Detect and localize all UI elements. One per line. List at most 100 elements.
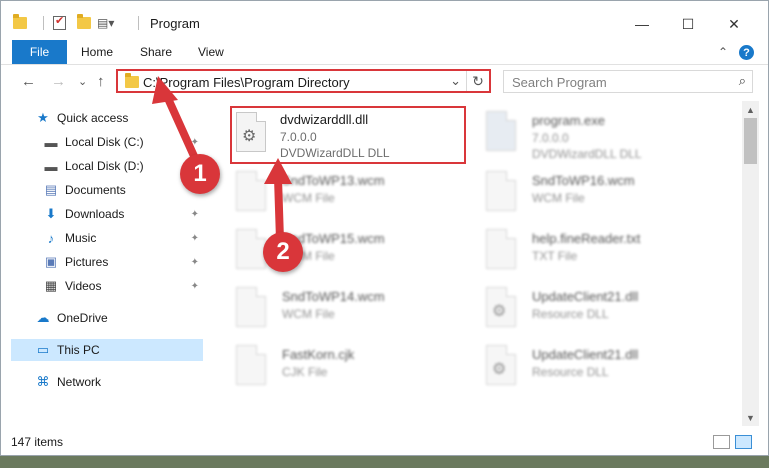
dll-file-icon: ⚙ [486,345,520,389]
file-tile[interactable]: FastKorn.cjk CJK File [232,341,472,395]
sidebar-item-network[interactable]: ⌘ Network [35,371,207,393]
file-description: DVDWizardDLL DLL [280,146,390,160]
file-tile[interactable]: SndToWP13.wcm WCM File [232,167,472,221]
recent-locations-chevron-icon[interactable]: ⌄ [78,75,87,88]
maximize-button[interactable]: ☐ [665,9,711,39]
sidebar-item-label: Downloads [65,207,125,221]
divider [43,13,44,33]
videos-icon: ▦ [44,278,58,293]
file-tile[interactable]: SndToWP14.wcm WCM File [232,283,472,337]
forward-arrow-icon[interactable]: → [51,73,66,90]
sidebar-item-local-disk-c[interactable]: ▬ Local Disk (C:) ✦ [43,131,207,153]
pin-icon: ✦ [190,280,199,292]
scroll-up-icon[interactable]: ▲ [742,101,759,118]
sidebar-item-videos[interactable]: ▦ Videos ✦ [43,275,207,297]
pin-icon: ✦ [190,208,199,220]
vertical-scrollbar[interactable]: ▲ ▼ [742,101,759,426]
details-view-icon[interactable] [713,435,730,449]
refresh-icon[interactable]: ↻ [466,71,489,91]
dll-file-icon: ⚙ [486,287,520,331]
up-arrow-icon[interactable]: ↑ [97,73,105,90]
folder-icon[interactable] [13,13,27,33]
sidebar-item-downloads[interactable]: ⬇ Downloads ✦ [43,203,207,225]
minimize-button[interactable]: — [619,9,665,39]
tab-home[interactable]: Home [81,45,113,59]
back-arrow-icon[interactable]: ← [21,73,36,90]
sidebar-item-label: Pictures [65,255,109,269]
tab-file[interactable]: File [12,40,67,64]
cloud-icon: ☁ [36,310,50,325]
file-icon [236,287,270,331]
step-badge-2: 2 [263,232,303,272]
file-version: 7.0.0.0 [280,130,317,144]
sidebar-item-label: Music [65,231,97,245]
pin-icon: ✦ [190,136,199,148]
file-name: UpdateClient21.dll [532,347,639,362]
sidebar-item-label: Local Disk (D:) [65,159,144,173]
file-tile[interactable]: help.fineReader.txt TXT File [482,225,722,279]
file-type: WCM File [282,191,335,205]
search-icon[interactable]: ⌕ [739,73,746,89]
tab-view[interactable]: View [198,45,224,59]
star-icon: ★ [37,110,49,125]
scroll-down-icon[interactable]: ▼ [742,409,759,426]
close-button[interactable]: ✕ [711,9,757,39]
file-tile[interactable]: SndToWP16.wcm WCM File [482,167,722,221]
file-tile[interactable]: ⚙ UpdateClient21.dll Resource DLL [482,283,722,337]
file-type: TXT File [532,249,578,263]
computer-icon: ▭ [36,342,50,357]
sidebar-item-label: OneDrive [57,311,108,325]
sidebar-item-onedrive[interactable]: ☁ OneDrive [35,307,207,329]
file-version: 7.0.0.0 [532,131,569,145]
file-name: help.fineReader.txt [532,231,641,246]
new-folder-icon[interactable] [77,13,91,33]
file-tile-dvdwizarddll[interactable]: ⚙ dvdwizarddll.dll 7.0.0.0 DVDWizardDLL … [230,106,466,164]
sidebar-item-pictures[interactable]: ▣ Pictures ✦ [43,251,207,273]
documents-icon: ▤ [44,182,58,197]
pin-icon: ✦ [190,256,199,268]
file-tile[interactable]: program.exe 7.0.0.0 DVDWizardDLL DLL [482,107,722,161]
drive-icon: ▬ [44,158,58,174]
sidebar-item-music[interactable]: ♪ Music ✦ [43,227,207,249]
step-badge-1: 1 [180,154,220,194]
collapse-ribbon-icon[interactable]: ⌃ [718,45,728,59]
navigation-pane: ★ Quick access ▬ Local Disk (C:) ✦ ▬ Loc… [1,101,207,426]
music-icon: ♪ [47,230,55,246]
file-description: DVDWizardDLL DLL [532,147,642,161]
file-type: WCM File [532,191,585,205]
file-name: dvdwizarddll.dll [280,112,369,127]
large-icons-view-icon[interactable] [735,435,752,449]
file-explorer-window: ▤▾ Program — ☐ ✕ File Home Share View ⌃ … [0,0,769,456]
sidebar-item-label: Documents [65,183,126,197]
pictures-icon: ▣ [44,254,58,269]
window-title: Program [150,16,200,31]
status-bar: 147 items [1,429,768,455]
ribbon-tabs: File Home Share View [1,39,768,65]
file-type: CJK File [282,365,328,379]
scroll-thumb[interactable] [744,118,757,164]
chevron-down-icon[interactable]: ⌄ [450,73,461,89]
tab-share[interactable]: Share [140,45,172,59]
file-name: FastKorn.cjk [282,347,355,362]
customize-toolbar-icon[interactable]: ▤▾ [97,13,114,33]
pin-icon: ✦ [190,232,199,244]
exe-file-icon [486,111,520,155]
sidebar-item-this-pc[interactable]: ▭ This PC [11,339,203,361]
file-type: WCM File [282,307,335,321]
help-icon[interactable]: ? [739,45,754,60]
address-path: C:\Program Files\Program Directory [143,75,350,90]
item-count: 147 items [11,435,64,449]
file-type: Resource DLL [532,365,609,379]
address-bar[interactable]: C:\Program Files\Program Directory ⌄ ↻ [116,69,491,93]
sidebar-item-quick-access[interactable]: ★ Quick access [35,107,207,129]
file-name: UpdateClient21.dll [532,289,639,304]
text-file-icon [486,229,520,273]
file-type: Resource DLL [532,307,609,321]
file-icon [236,171,270,215]
search-input[interactable]: Search Program ⌕ [503,70,753,93]
file-tile[interactable]: ⚙ UpdateClient21.dll Resource DLL [482,341,722,395]
divider [138,13,139,33]
properties-icon[interactable] [53,13,66,33]
sidebar-item-label: Quick access [57,111,129,125]
drive-icon: ▬ [44,134,58,150]
